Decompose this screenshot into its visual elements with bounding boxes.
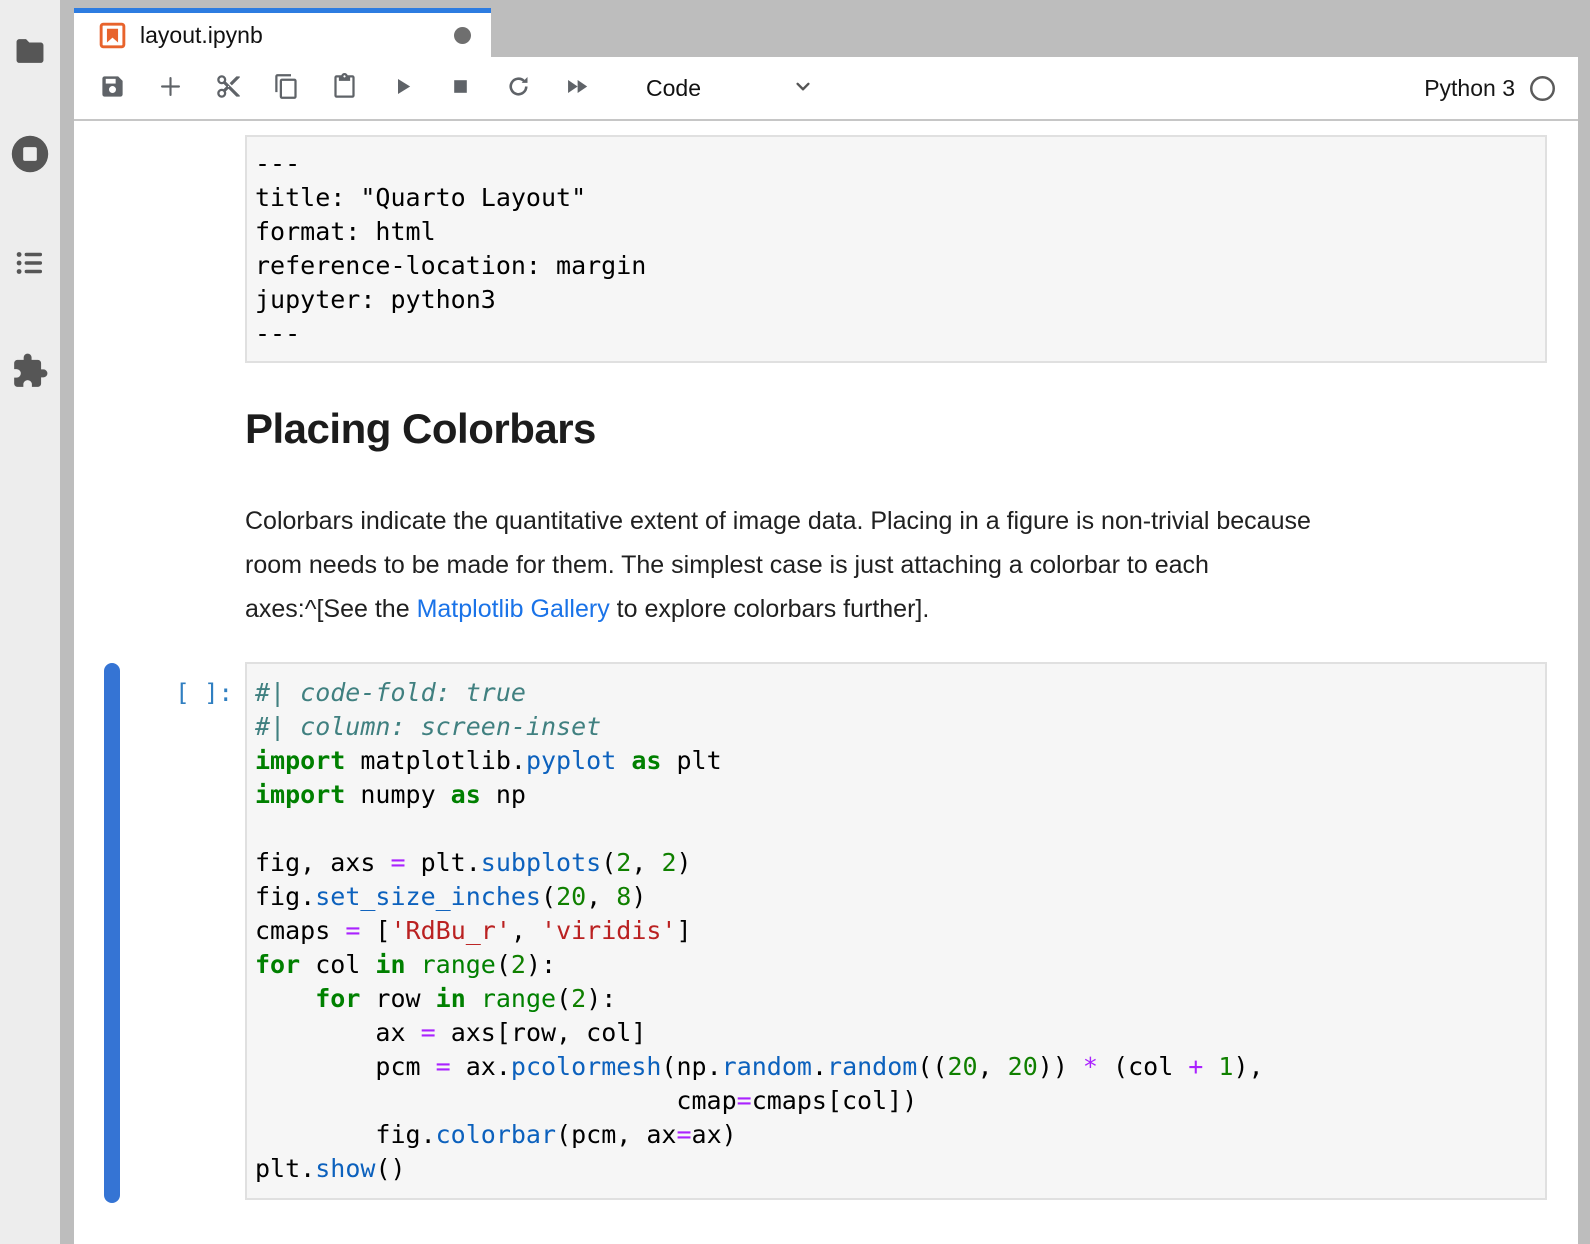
stop-icon [447, 73, 474, 103]
clipboard-icon [331, 73, 358, 103]
code-line: for row in range(2): [255, 982, 1537, 1016]
code-line: plt.show() [255, 1152, 1537, 1186]
code-line: ax = axs[row, col] [255, 1016, 1537, 1050]
cell-input-prompt: [ ]: [138, 676, 233, 710]
sidebar-item-running-kernels[interactable] [0, 131, 60, 179]
paragraph-line: axes:^[See the Matplotlib Gallery to exp… [245, 587, 1547, 631]
raw-line: reference-location: margin [255, 249, 1537, 283]
interrupt-kernel-button[interactable] [442, 68, 478, 108]
left-sidebar [0, 0, 60, 1244]
list-icon [13, 246, 47, 283]
raw-line: --- [255, 147, 1537, 181]
raw-line: --- [255, 317, 1537, 351]
code-line: fig.colorbar(pcm, ax=ax) [255, 1118, 1537, 1152]
cell-type-value: Code [646, 75, 701, 102]
code-line: for col in range(2): [255, 948, 1537, 982]
copy-cells-button[interactable] [268, 68, 304, 108]
code-line: import matplotlib.pyplot as plt [255, 744, 1537, 778]
raw-line: format: html [255, 215, 1537, 249]
code-line: fig, axs = plt.subplots(2, 2) [255, 846, 1537, 880]
code-cell-editor[interactable]: #| code-fold: true#| column: screen-inse… [245, 662, 1547, 1200]
kernel-zone: Python 3 [1424, 75, 1556, 102]
scissors-icon [215, 73, 242, 103]
plus-icon [157, 73, 184, 103]
markdown-heading: Placing Colorbars [245, 405, 596, 453]
code-line: cmaps = ['RdBu_r', 'viridis'] [255, 914, 1537, 948]
markdown-paragraph: Colorbars indicate the quantitative exte… [245, 499, 1547, 631]
insert-cell-button[interactable] [152, 68, 188, 108]
dock-right-edge [1578, 0, 1590, 1244]
save-icon [99, 73, 126, 103]
active-cell-collapser[interactable] [104, 663, 120, 1203]
kernel-status-icon [1529, 75, 1556, 102]
raw-line: jupyter: python3 [255, 283, 1537, 317]
stop-circle-icon [9, 133, 51, 178]
save-button[interactable] [94, 68, 130, 108]
paragraph-text: to explore colorbars further]. [610, 595, 930, 623]
code-line: cmap=cmaps[col]) [255, 1084, 1537, 1118]
fast-forward-icon [563, 73, 590, 103]
notebook-icon [98, 21, 127, 50]
code-line: import numpy as np [255, 778, 1537, 812]
run-cell-button[interactable] [384, 68, 420, 108]
sidebar-item-extensions[interactable] [0, 348, 60, 396]
tab-title: layout.ipynb [140, 22, 263, 49]
cell-type-dropdown[interactable]: Code [646, 68, 816, 108]
folder-icon [13, 34, 47, 71]
code-line: #| column: screen-inset [255, 710, 1537, 744]
tab-layout-ipynb[interactable]: layout.ipynb [74, 8, 491, 57]
code-line: #| code-fold: true [255, 676, 1537, 710]
code-line: fig.set_size_inches(20, 8) [255, 880, 1537, 914]
raw-line: title: "Quarto Layout" [255, 181, 1537, 215]
code-line [255, 812, 1537, 846]
restart-kernel-button[interactable] [500, 68, 536, 108]
puzzle-icon [11, 352, 49, 393]
paragraph-line: Colorbars indicate the quantitative exte… [245, 499, 1547, 543]
restart-run-all-button[interactable] [558, 68, 594, 108]
matplotlib-gallery-link[interactable]: Matplotlib Gallery [417, 595, 610, 623]
sidebar-item-table-of-contents[interactable] [0, 240, 60, 288]
play-icon [389, 73, 416, 103]
paragraph-line: room needs to be made for them. The simp… [245, 543, 1547, 587]
copy-icon [273, 73, 300, 103]
raw-cell-editor[interactable]: ---title: "Quarto Layout"format: htmlref… [245, 135, 1547, 363]
paragraph-text: axes:^[See the [245, 595, 417, 623]
modified-indicator[interactable] [454, 27, 471, 44]
paragraph-text: room needs to be made for them. The simp… [245, 551, 1209, 579]
sidebar-item-file-browser[interactable] [0, 28, 60, 76]
code-line: pcm = ax.pcolormesh(np.random.random((20… [255, 1050, 1537, 1084]
notebook-toolbar: Code Python 3 [74, 57, 1578, 121]
paste-cells-button[interactable] [326, 68, 362, 108]
chevron-down-icon [790, 73, 816, 104]
paragraph-text: Colorbars indicate the quantitative exte… [245, 507, 1311, 535]
refresh-icon [505, 73, 532, 103]
cut-cells-button[interactable] [210, 68, 246, 108]
kernel-name[interactable]: Python 3 [1424, 75, 1515, 102]
